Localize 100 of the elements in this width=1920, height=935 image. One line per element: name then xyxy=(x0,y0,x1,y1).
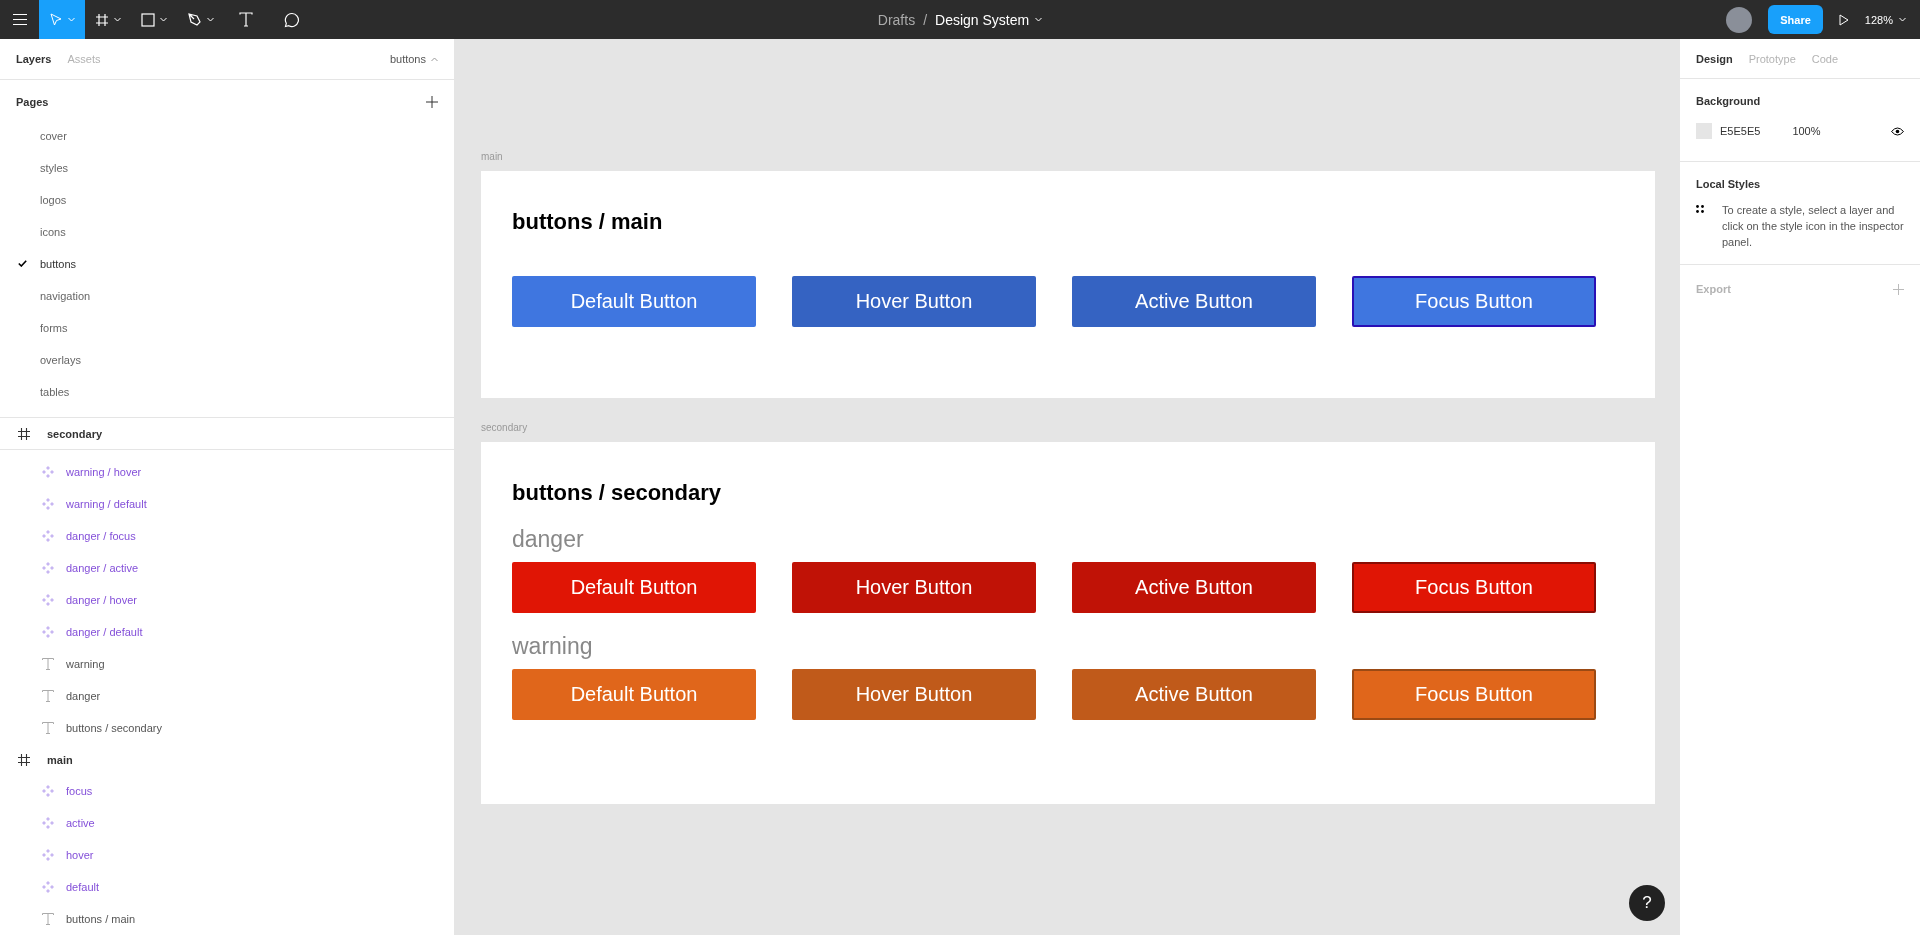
page-item[interactable]: logos xyxy=(0,184,454,216)
chevron-down-icon xyxy=(114,17,121,22)
text-icon xyxy=(239,12,253,27)
layer-name: danger / hover xyxy=(66,594,137,606)
frame-heading: buttons / main xyxy=(512,208,664,236)
text-icon xyxy=(42,913,54,925)
page-item[interactable]: buttons xyxy=(0,248,454,280)
layer-name: focus xyxy=(66,785,93,797)
page-item[interactable]: tables xyxy=(0,376,454,408)
sample-button[interactable]: Focus Button xyxy=(1352,669,1596,720)
breadcrumb-separator: / xyxy=(923,11,928,28)
layer-name: warning / hover xyxy=(66,466,142,478)
layer-item[interactable]: default xyxy=(0,871,454,903)
pages-heading: Pages xyxy=(16,96,49,108)
avatar[interactable] xyxy=(1726,6,1753,33)
layer-name: danger / active xyxy=(66,562,139,574)
color-swatch[interactable] xyxy=(1696,123,1712,139)
page-item[interactable]: icons xyxy=(0,216,454,248)
hex-value[interactable]: E5E5E5 xyxy=(1720,125,1761,137)
page-item[interactable]: cover xyxy=(0,120,454,152)
chevron-down-icon xyxy=(68,17,75,22)
layer-item[interactable]: danger xyxy=(0,680,454,712)
component-icon xyxy=(42,594,54,606)
layer-name: main xyxy=(47,753,73,766)
layer-name: buttons / main xyxy=(66,913,136,925)
layer-name: default xyxy=(66,881,100,893)
page-item[interactable]: overlays xyxy=(0,344,454,376)
frame-icon xyxy=(18,753,30,766)
component-icon xyxy=(42,562,54,574)
chevron-up-icon xyxy=(431,56,438,62)
page-item[interactable]: navigation xyxy=(0,280,454,312)
layer-item[interactable]: buttons / secondary xyxy=(0,712,454,744)
layer-item[interactable]: danger / focus xyxy=(0,520,454,552)
comment-icon xyxy=(284,11,300,28)
sample-button[interactable]: Default Button xyxy=(512,562,756,613)
layer-item[interactable]: main xyxy=(0,744,454,775)
chevron-down-icon xyxy=(206,17,214,22)
page-picker[interactable]: buttons xyxy=(389,53,438,65)
opacity-value[interactable]: 100% xyxy=(1792,125,1821,137)
text-icon xyxy=(42,658,54,670)
group-heading: warning xyxy=(512,632,594,661)
frame-heading: buttons / secondary xyxy=(512,479,723,507)
pen-icon xyxy=(186,12,202,27)
layer-name: secondary xyxy=(47,427,103,440)
sample-button[interactable]: Focus Button xyxy=(1352,276,1596,327)
layer-item[interactable]: focus xyxy=(0,775,454,807)
layer-item[interactable]: warning xyxy=(0,648,454,680)
help-button[interactable]: ? xyxy=(1629,885,1665,921)
text-icon xyxy=(42,690,54,702)
panel-tab[interactable]: Layers xyxy=(16,53,52,65)
sample-button[interactable]: Default Button xyxy=(512,669,756,720)
layer-item[interactable]: danger / hover xyxy=(0,584,454,616)
folder-link[interactable]: Drafts xyxy=(877,11,916,28)
sample-button[interactable]: Hover Button xyxy=(792,669,1036,720)
add-icon[interactable] xyxy=(426,96,438,108)
sample-button[interactable]: Focus Button xyxy=(1352,562,1596,613)
layer-item[interactable]: hover xyxy=(0,839,454,871)
layer-name: warning / default xyxy=(66,498,147,510)
sample-button[interactable]: Active Button xyxy=(1072,562,1316,613)
sample-button[interactable]: Hover Button xyxy=(792,562,1036,613)
file-name-menu[interactable]: Design System xyxy=(935,11,1043,28)
eye-icon[interactable] xyxy=(1891,126,1904,136)
sample-button[interactable]: Active Button xyxy=(1072,276,1316,327)
sample-button[interactable]: Hover Button xyxy=(792,276,1036,327)
layer-name: danger / focus xyxy=(66,530,136,542)
chevron-down-icon xyxy=(160,17,167,22)
frame-icon xyxy=(18,427,30,440)
layer-item[interactable]: secondary xyxy=(0,418,454,450)
component-icon xyxy=(42,817,54,829)
pointer-icon xyxy=(49,12,63,27)
style-icon xyxy=(1696,205,1704,213)
page-item[interactable]: styles xyxy=(0,152,454,184)
panel-tab[interactable]: Design xyxy=(1696,52,1733,65)
section-heading: Export xyxy=(1696,282,1731,297)
layer-name: warning xyxy=(66,658,105,670)
component-icon xyxy=(42,626,54,638)
layer-name: danger / default xyxy=(66,626,143,638)
menu-icon[interactable] xyxy=(12,14,27,25)
layer-item[interactable]: warning / hover xyxy=(0,456,454,488)
chevron-down-icon xyxy=(1899,17,1906,22)
layer-item[interactable]: warning / default xyxy=(0,488,454,520)
layer-item[interactable]: active xyxy=(0,807,454,839)
frame-icon xyxy=(95,12,109,27)
layer-name: buttons / secondary xyxy=(66,722,162,734)
hint-text: To create a style, select a layer and click on the style icon in the inspector panel. xyxy=(1722,203,1904,250)
layer-item[interactable]: buttons / main xyxy=(0,903,454,935)
layer-item[interactable]: danger / active xyxy=(0,552,454,584)
layer-name: active xyxy=(66,817,95,829)
sample-button[interactable]: Active Button xyxy=(1072,669,1316,720)
layer-item[interactable]: danger / default xyxy=(0,616,454,648)
zoom-menu[interactable]: 128% xyxy=(1864,13,1906,26)
page-item[interactable]: forms xyxy=(0,312,454,344)
text-icon xyxy=(42,722,54,734)
layer-name: hover xyxy=(66,849,94,861)
section-heading: Local Styles xyxy=(1696,177,1762,192)
check-icon xyxy=(18,260,27,267)
play-icon[interactable] xyxy=(1838,13,1849,26)
layer-name: danger xyxy=(66,690,101,702)
group-heading: danger xyxy=(512,525,585,554)
sample-button[interactable]: Default Button xyxy=(512,276,756,327)
